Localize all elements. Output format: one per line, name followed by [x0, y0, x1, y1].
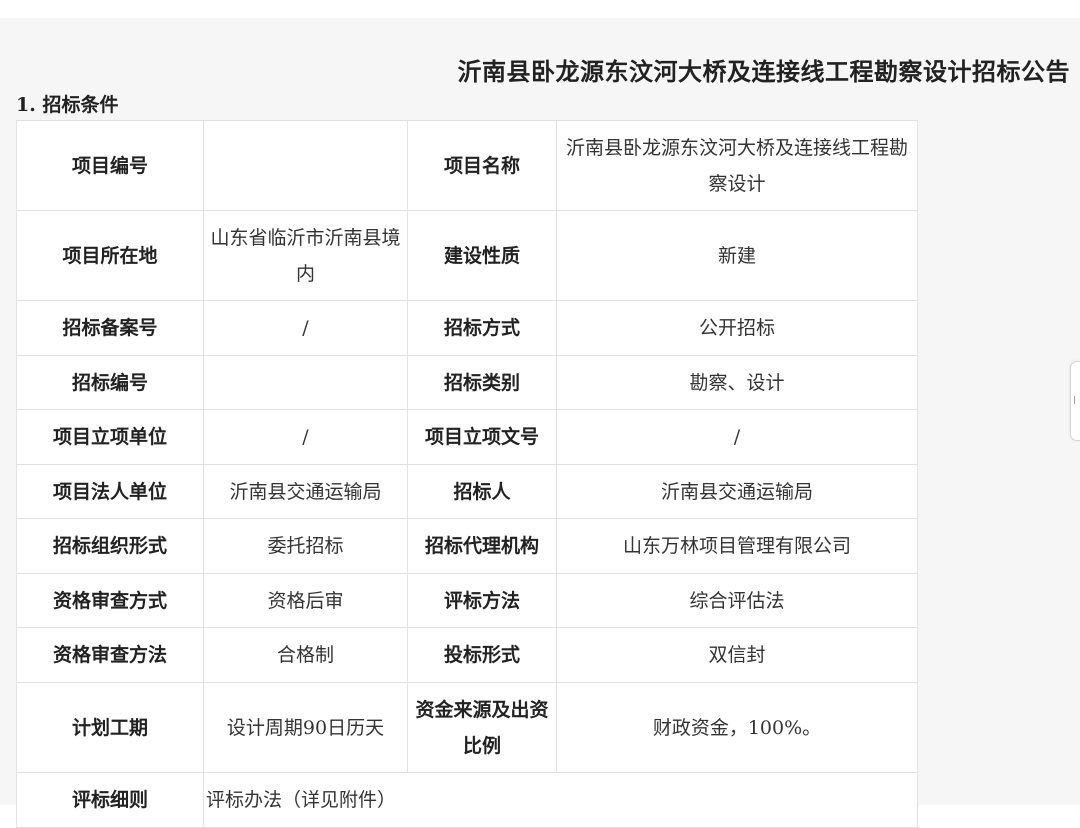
cell-label: 建设性质: [407, 210, 557, 301]
cell-label: 项目法人单位: [16, 464, 204, 519]
cell-value: 综合评估法: [556, 573, 918, 628]
cell-value: 沂南县交通运输局: [556, 464, 918, 519]
cell-label: 评标方法: [407, 573, 557, 628]
cell-label: 项目编号: [16, 120, 204, 211]
side-scroll-tab[interactable]: [1070, 361, 1080, 441]
cell-label: 招标组织形式: [16, 518, 204, 574]
table-row: 项目编号 项目名称 沂南县卧龙源东汶河大桥及连接线工程勘察设计: [16, 120, 918, 211]
table-row: 招标组织形式 委托招标 招标代理机构 山东万林项目管理有限公司: [16, 518, 918, 574]
cell-value: 委托招标: [203, 518, 408, 574]
cell-label: 计划工期: [16, 682, 204, 773]
table-row: 项目所在地 山东省临沂市沂南县境内 建设性质 新建: [16, 210, 918, 301]
cell-value: /: [203, 300, 408, 356]
cell-value: /: [556, 409, 918, 465]
cell-value: 沂南县交通运输局: [203, 464, 408, 519]
cell-value: [203, 355, 408, 410]
table-row: 资格审查方式 资格后审 评标方法 综合评估法: [16, 573, 918, 628]
cell-value: 设计周期90日历天: [203, 682, 408, 773]
table-row: 评标细则 评标办法（详见附件）: [16, 772, 918, 828]
table-row: 项目法人单位 沂南县交通运输局 招标人 沂南县交通运输局: [16, 464, 918, 519]
cell-label: 资金来源及出资比例: [407, 682, 557, 773]
cell-value: 公开招标: [556, 300, 918, 356]
cell-label: 招标代理机构: [407, 518, 557, 574]
cell-label: 资格审查方式: [16, 573, 204, 628]
cell-label: 资格审查方法: [16, 627, 204, 683]
cell-value: 资格后审: [203, 573, 408, 628]
table-row: 招标备案号 / 招标方式 公开招标: [16, 300, 918, 356]
cell-label: 招标编号: [16, 355, 204, 410]
cell-label: 投标形式: [407, 627, 557, 683]
cell-value: 评标办法（详见附件）: [203, 772, 918, 828]
table-row: 资格审查方法 合格制 投标形式 双信封: [16, 627, 918, 683]
table-row: 项目立项单位 / 项目立项文号 /: [16, 409, 918, 465]
cell-label: 项目所在地: [16, 210, 204, 301]
bid-conditions-table: 项目编号 项目名称 沂南县卧龙源东汶河大桥及连接线工程勘察设计 项目所在地 山东…: [16, 120, 918, 828]
cell-label: 招标备案号: [16, 300, 204, 356]
cell-value: 财政资金，100%。: [556, 682, 918, 773]
cell-value: 新建: [556, 210, 918, 301]
cell-value: 双信封: [556, 627, 918, 683]
cell-label: 项目立项文号: [407, 409, 557, 465]
cell-value: /: [203, 409, 408, 465]
table-row: 计划工期 设计周期90日历天 资金来源及出资比例 财政资金，100%。: [16, 682, 918, 773]
cell-value: 山东万林项目管理有限公司: [556, 518, 918, 574]
cell-label: 项目立项单位: [16, 409, 204, 465]
page-title: 沂南县卧龙源东汶河大桥及连接线工程勘察设计招标公告: [457, 57, 1070, 86]
table-row: 招标编号 招标类别 勘察、设计: [16, 355, 918, 410]
cell-value: 山东省临沂市沂南县境内: [203, 210, 408, 301]
section-heading: 1. 招标条件: [16, 94, 119, 116]
cell-value: [203, 120, 408, 211]
cell-label: 评标细则: [16, 772, 204, 828]
cell-value: 沂南县卧龙源东汶河大桥及连接线工程勘察设计: [556, 120, 918, 211]
cell-value: 勘察、设计: [556, 355, 918, 410]
cell-label: 招标方式: [407, 300, 557, 356]
cell-label: 招标类别: [407, 355, 557, 410]
cell-label: 项目名称: [407, 120, 557, 211]
tab-grip-icon: [1074, 396, 1078, 404]
document-page: 沂南县卧龙源东汶河大桥及连接线工程勘察设计招标公告 1. 招标条件 项目编号 项…: [0, 18, 1080, 828]
top-bar: [0, 0, 1080, 18]
cell-label: 招标人: [407, 464, 557, 519]
cell-value: 合格制: [203, 627, 408, 683]
